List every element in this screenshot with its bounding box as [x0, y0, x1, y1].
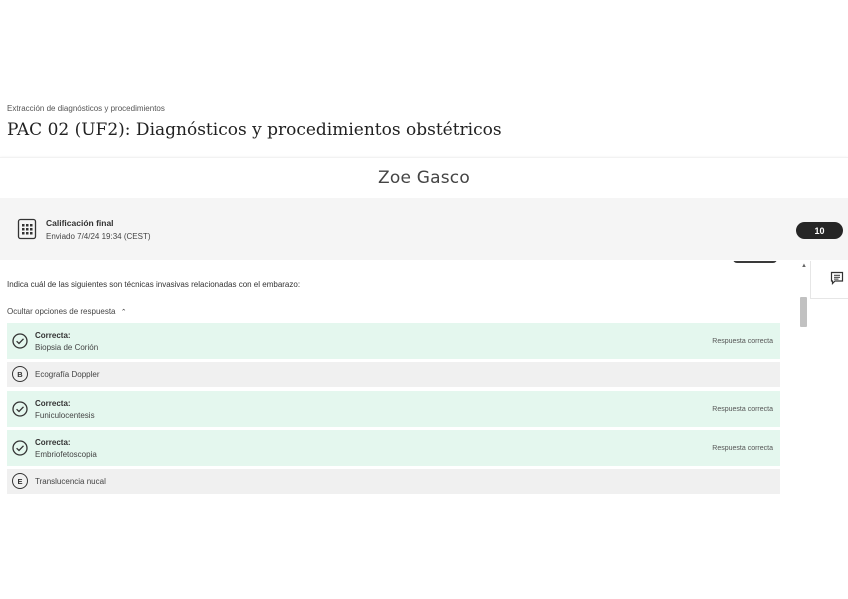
- question-panel: Indica cuál de las siguientes son técnic…: [0, 261, 810, 498]
- toggle-answers-link[interactable]: Ocultar opciones de respuesta ⌃: [7, 307, 127, 316]
- answer-option-e: E Translucencia nucal: [7, 469, 780, 494]
- answer-label: Ecografía Doppler: [35, 370, 100, 379]
- chevron-up-icon: ⌃: [120, 309, 127, 316]
- answer-option-b: B Ecografía Doppler: [7, 362, 780, 387]
- answer-option-a: Correcta: Biopsia de Corión Respuesta co…: [7, 323, 780, 359]
- scrollbar[interactable]: ▲: [798, 261, 810, 498]
- letter-e-icon: E: [12, 473, 28, 489]
- answer-text-a: Correcta: Biopsia de Corión: [35, 331, 98, 352]
- side-panel: [810, 261, 848, 299]
- answer-label: Translucencia nucal: [35, 477, 106, 486]
- student-name: Zoe Gasco: [378, 168, 470, 188]
- toggle-label: Ocultar opciones de respuesta: [7, 307, 116, 316]
- answer-note: Respuesta correcta: [712, 337, 773, 345]
- answer-status: Correcta:: [35, 330, 71, 340]
- gradebook-icon: [17, 218, 37, 240]
- answer-note: Respuesta correcta: [712, 444, 773, 452]
- answer-status: Correcta:: [35, 437, 71, 447]
- check-circle-icon: [12, 440, 28, 456]
- student-bar: Zoe Gasco: [0, 157, 848, 199]
- answer-text-d: Correcta: Embriofetoscopia: [35, 438, 97, 459]
- collapsed-header: [733, 261, 777, 263]
- score-badge[interactable]: 10: [796, 222, 843, 239]
- scrollbar-thumb[interactable]: [800, 297, 807, 327]
- question-text: Indica cuál de las siguientes son técnic…: [7, 280, 301, 289]
- letter-b-icon: B: [12, 366, 28, 382]
- grade-bar: Calificación final Enviado 7/4/24 19:34 …: [0, 198, 848, 260]
- breadcrumb[interactable]: Extracción de diagnósticos y procedimien…: [7, 104, 165, 113]
- check-circle-icon: [12, 333, 28, 349]
- answer-text-c: Correcta: Funiculocentesis: [35, 399, 95, 420]
- answer-label: Funiculocentesis: [35, 410, 95, 420]
- answer-status: Correcta:: [35, 398, 71, 408]
- answer-label: Biopsia de Corión: [35, 342, 99, 352]
- comment-icon[interactable]: [830, 271, 844, 285]
- answer-option-c: Correcta: Funiculocentesis Respuesta cor…: [7, 391, 780, 427]
- grade-label: Calificación final: [46, 218, 114, 228]
- page-title: PAC 02 (UF2): Diagnósticos y procedimien…: [7, 120, 502, 140]
- check-circle-icon: [12, 401, 28, 417]
- answer-text-e: Translucencia nucal: [35, 477, 106, 486]
- scroll-up-arrow[interactable]: ▲: [801, 263, 807, 269]
- answer-text-b: Ecografía Doppler: [35, 370, 99, 379]
- answer-option-d: Correcta: Embriofetoscopia Respuesta cor…: [7, 430, 780, 466]
- submitted-date: Enviado 7/4/24 19:34 (CEST): [46, 232, 151, 241]
- answer-label: Embriofetoscopia: [35, 449, 97, 459]
- answer-note: Respuesta correcta: [712, 405, 773, 413]
